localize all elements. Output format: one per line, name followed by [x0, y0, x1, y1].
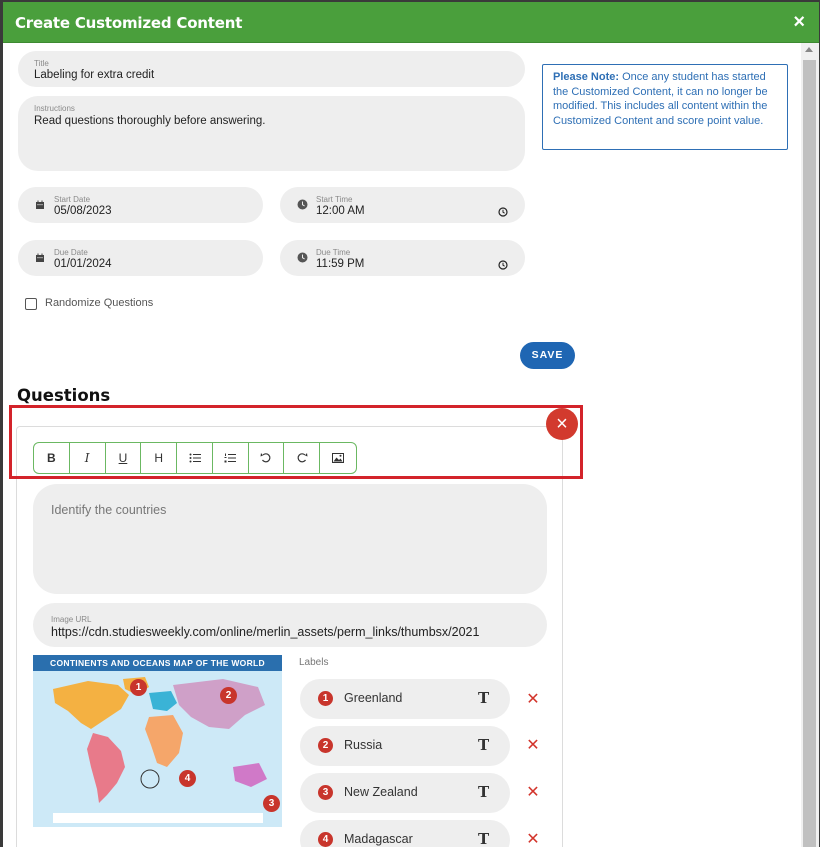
time-picker-icon[interactable] [498, 260, 508, 270]
due-date-value: 01/01/2024 [54, 258, 112, 270]
map-marker-1: 1 [130, 679, 147, 696]
image-url-label: Image URL [51, 615, 92, 624]
start-date-field[interactable]: Start Date 05/08/2023 [18, 187, 263, 223]
bullet-list-icon [189, 453, 201, 463]
due-date-field[interactable]: Due Date 01/01/2024 [18, 240, 263, 276]
label-text: New Zealand [344, 785, 418, 799]
numbered-list-button[interactable] [213, 443, 249, 473]
label-text: Russia [344, 738, 383, 752]
instructions-field[interactable]: Instructions Read questions thoroughly b… [18, 96, 525, 171]
numbered-list-icon [224, 453, 237, 463]
question-text-value: Identify the countries [51, 503, 167, 517]
title-field[interactable]: Title Labeling for extra credit [18, 51, 525, 87]
start-time-label: Start Time [316, 195, 353, 204]
undo-icon [260, 453, 271, 463]
modal-header: Create Customized Content × [3, 2, 819, 43]
scrollbar-thumb[interactable] [803, 60, 816, 847]
label-row[interactable]: 3 New Zealand T [300, 773, 510, 813]
label-text: Madagascar [344, 832, 413, 846]
label-row[interactable]: 1 Greenland T [300, 679, 510, 719]
start-date-value: 05/08/2023 [54, 205, 112, 217]
delete-label-button[interactable]: ✕ [525, 738, 541, 754]
vertical-scrollbar[interactable] [801, 43, 819, 847]
heading-button[interactable]: H [141, 443, 178, 473]
rich-text-toolbar: B I U H [33, 442, 357, 474]
map-banner: CONTINENTS AND OCEANS MAP OF THE WORLD [33, 655, 282, 671]
note-lead: Please Note: [553, 71, 620, 83]
underline-button[interactable]: U [106, 443, 142, 473]
world-map-drawing [53, 677, 267, 823]
label-number-badge: 2 [318, 738, 333, 753]
image-url-value: https://cdn.studiesweekly.com/online/mer… [51, 625, 480, 639]
italic-button[interactable]: I [70, 443, 106, 473]
labels-heading: Labels [299, 657, 329, 668]
create-content-modal: Create Customized Content × Title Labeli… [3, 2, 819, 847]
calendar-icon [36, 253, 44, 262]
please-note-box: Please Note: Once any student has starte… [542, 64, 788, 150]
calendar-icon [36, 200, 44, 209]
due-date-label: Due Date [54, 248, 88, 257]
due-time-value: 11:59 PM [316, 258, 365, 270]
due-time-label: Due Time [316, 248, 351, 257]
clock-icon [297, 252, 308, 263]
time-picker-icon[interactable] [498, 207, 508, 217]
instructions-field-label: Instructions [34, 104, 75, 113]
redo-icon [297, 453, 308, 463]
insert-image-button[interactable] [320, 443, 356, 473]
image-url-field[interactable]: Image URL https://cdn.studiesweekly.com/… [33, 603, 547, 647]
bullet-list-button[interactable] [177, 443, 213, 473]
modal-title: Create Customized Content [15, 14, 243, 32]
title-field-label: Title [34, 59, 49, 68]
label-text: Greenland [344, 691, 403, 705]
world-map-image: CONTINENTS AND OCEANS MAP OF THE WORLD 1… [33, 655, 282, 827]
image-icon [332, 453, 345, 463]
instructions-field-value: Read questions thoroughly before answeri… [34, 115, 266, 127]
start-time-field[interactable]: Start Time 12:00 AM [280, 187, 525, 223]
clock-icon [297, 199, 308, 210]
delete-question-button[interactable]: × [546, 408, 578, 440]
label-number-badge: 1 [318, 691, 333, 706]
text-type-icon[interactable]: T [478, 830, 489, 847]
delete-label-button[interactable]: ✕ [525, 692, 541, 708]
due-time-field[interactable]: Due Time 11:59 PM [280, 240, 525, 276]
close-modal-button[interactable]: × [793, 11, 805, 33]
redo-button[interactable] [284, 443, 321, 473]
label-row[interactable]: 2 Russia T [300, 726, 510, 766]
map-marker-3: 3 [263, 795, 280, 812]
delete-label-button[interactable]: ✕ [525, 785, 541, 801]
map-marker-4: 4 [179, 770, 196, 787]
title-field-value: Labeling for extra credit [34, 69, 155, 81]
bold-button[interactable]: B [34, 443, 70, 473]
start-date-label: Start Date [54, 195, 91, 204]
text-type-icon[interactable]: T [478, 736, 489, 754]
randomize-label: Randomize Questions [45, 297, 154, 309]
start-time-value: 12:00 AM [316, 205, 365, 217]
undo-button[interactable] [249, 443, 285, 473]
delete-label-button[interactable]: ✕ [525, 832, 541, 847]
map-marker-2: 2 [220, 687, 237, 704]
scroll-up-arrow-icon[interactable] [805, 47, 813, 52]
label-number-badge: 3 [318, 785, 333, 800]
label-number-badge: 4 [318, 832, 333, 847]
question-text-input[interactable]: Identify the countries [33, 484, 547, 594]
text-type-icon[interactable]: T [478, 783, 489, 801]
save-button[interactable]: SAVE [520, 342, 575, 369]
randomize-checkbox[interactable] [25, 298, 37, 310]
text-type-icon[interactable]: T [478, 689, 489, 707]
questions-heading: Questions [17, 386, 111, 405]
label-row[interactable]: 4 Madagascar T [300, 820, 510, 847]
